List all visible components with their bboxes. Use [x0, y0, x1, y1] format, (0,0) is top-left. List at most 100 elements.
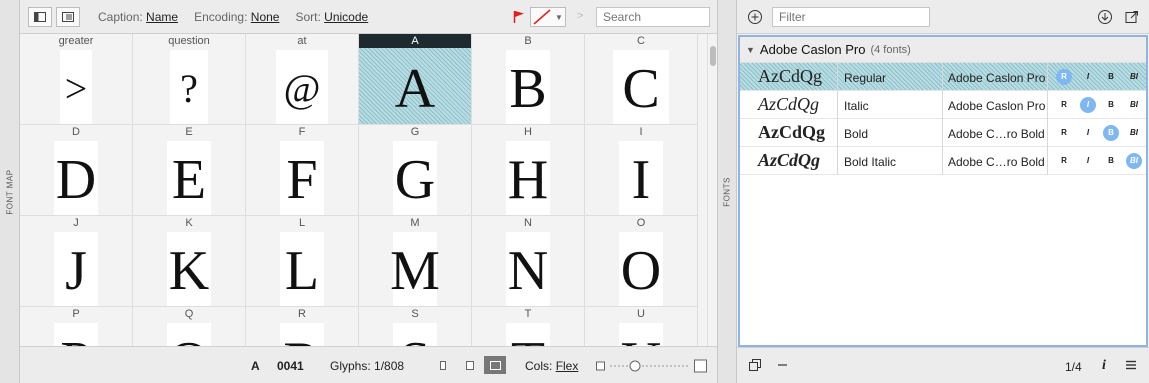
font-sample: AzCdQg [758, 122, 825, 142]
info-icon[interactable]: i [1102, 358, 1106, 374]
glyph-cell[interactable]: II [585, 125, 698, 216]
glyph: L [284, 240, 320, 302]
glyph-cell[interactable]: OO [585, 216, 698, 307]
glyph-cell[interactable]: JJ [20, 216, 133, 307]
inspector-toggle-button[interactable] [56, 6, 80, 27]
style-link-r-button[interactable]: R [1056, 69, 1072, 85]
glyph-caption: M [410, 217, 420, 229]
glyph-caption: B [524, 35, 532, 47]
remove-icon[interactable] [775, 357, 791, 373]
glyph-cell[interactable]: AA [359, 34, 472, 125]
glyph-cell[interactable]: LL [246, 216, 359, 307]
fonts-strip[interactable]: FONTS [717, 0, 737, 383]
disclosure-triangle-icon[interactable]: ▼ [746, 45, 755, 55]
font-row[interactable]: AzCdQg Regular Adobe Caslon Pro R I B BI [740, 63, 1146, 91]
scrollbar-thumb[interactable] [710, 46, 716, 66]
caption-menu[interactable]: Caption: Name [98, 10, 178, 24]
font-row[interactable]: AzCdQg Bold Italic Adobe C…ro Bold R I B BI [740, 147, 1146, 175]
search-input[interactable] [596, 7, 710, 27]
glyph-cell[interactable]: GG [359, 125, 472, 216]
glyph-cell[interactable]: BB [472, 34, 585, 125]
page-indicator: 1/4 [1065, 360, 1082, 374]
glyph-cell[interactable]: RR [246, 307, 359, 346]
style-link-bi-button[interactable]: BI [1126, 125, 1142, 141]
column-divider [1047, 91, 1048, 119]
sort-menu[interactable]: Sort: Unicode [295, 10, 368, 24]
view-large-button[interactable] [484, 356, 506, 374]
add-icon[interactable] [747, 9, 763, 25]
style-link-i-button[interactable]: I [1080, 97, 1096, 113]
glyph-cell[interactable]: SS [359, 307, 472, 346]
style-link-i-button[interactable]: I [1080, 153, 1096, 169]
font-map-strip[interactable]: FONT MAP [0, 0, 20, 383]
glyph: > [64, 66, 88, 111]
style-link-r-button[interactable]: R [1056, 97, 1072, 113]
vertical-scrollbar[interactable] [707, 34, 717, 346]
font-sample: AzCdQg [758, 150, 821, 170]
font-full-name: Adobe C…ro Bold [948, 127, 1045, 141]
sidebar-toggle-button[interactable] [28, 6, 52, 27]
style-link-b-button[interactable]: B [1103, 69, 1119, 85]
menu-icon[interactable] [1123, 357, 1139, 373]
caption-label: Caption: [98, 9, 143, 24]
glyph-cell[interactable]: DD [20, 125, 133, 216]
glyph-cell[interactable]: KK [133, 216, 246, 307]
glyph: K [168, 240, 210, 302]
glyph-grid: greater > question? at @ A A B B C C D D E E F F G G H H I I J J… [20, 34, 707, 346]
view-medium-button[interactable] [459, 356, 481, 374]
caption-value: Name [146, 9, 179, 24]
glyph-cell[interactable]: at @ [246, 34, 359, 125]
glyph-caption: J [73, 217, 79, 229]
style-link-r-button[interactable]: R [1056, 125, 1072, 141]
font-family-header[interactable]: ▼ Adobe Caslon Pro (4 fonts) [740, 37, 1146, 63]
filter-input[interactable] [772, 7, 930, 27]
cols-label: Cols: [525, 359, 553, 373]
duplicate-icon[interactable] [747, 357, 763, 373]
style-link-b-button[interactable]: B [1103, 97, 1119, 113]
glyph-cell[interactable]: question? [133, 34, 246, 125]
fonts-toolbar [737, 0, 1149, 34]
glyph-caption: C [637, 35, 645, 47]
flag-icon[interactable] [513, 10, 525, 24]
encoding-menu[interactable]: Encoding: None [194, 10, 279, 24]
font-row[interactable]: AzCdQg Italic Adobe Caslon Pro R I B BI [740, 91, 1146, 119]
style-link-i-button[interactable]: I [1080, 125, 1096, 141]
style-link-b-button[interactable]: B [1103, 125, 1119, 141]
external-link-icon[interactable] [1124, 9, 1140, 25]
glyph: P [20, 323, 132, 346]
style-link-r-button[interactable]: R [1056, 153, 1072, 169]
color-picker[interactable]: ▼ [530, 7, 566, 27]
glyph-cell[interactable]: TT [472, 307, 585, 346]
view-small-button[interactable] [432, 356, 454, 374]
column-divider [837, 119, 838, 147]
style-link-bi-button[interactable]: BI [1126, 69, 1142, 85]
glyph-cell[interactable]: FF [246, 125, 359, 216]
slider-knob[interactable] [629, 360, 641, 372]
glyph-cell[interactable]: UU [585, 307, 698, 346]
glyph-cell[interactable]: greater > [20, 34, 133, 125]
glyph-caption: question [168, 35, 210, 47]
download-icon[interactable] [1097, 9, 1113, 25]
glyph-caption: F [298, 126, 306, 138]
glyph-cell[interactable]: PP [20, 307, 133, 346]
style-link-i-button[interactable]: I [1080, 69, 1096, 85]
glyph-cell[interactable]: MM [359, 216, 472, 307]
glyph-cell[interactable]: QQ [133, 307, 246, 346]
size-slider[interactable] [596, 359, 710, 373]
style-link-bi-button[interactable]: BI [1126, 97, 1142, 113]
style-link-b-button[interactable]: B [1103, 153, 1119, 169]
glyph-count: Glyphs: 1/808 [330, 359, 405, 373]
glyph-cell[interactable]: NN [472, 216, 585, 307]
style-link-bi-button[interactable]: BI [1126, 153, 1142, 169]
glyph: T [472, 323, 584, 346]
font-row[interactable]: AzCdQg Bold Adobe C…ro Bold R I B BI [740, 119, 1146, 147]
font-sample: AzCdQg [758, 94, 820, 114]
family-count: (4 fonts) [870, 43, 911, 56]
glyph-cell[interactable]: CC [585, 34, 698, 125]
cols-menu[interactable]: Cols: Flex [525, 359, 578, 373]
glyph-row: PPQQRRSSTTUU [20, 307, 700, 346]
fonts-label: FONTS [722, 176, 732, 207]
glyph-cell[interactable]: HH [472, 125, 585, 216]
column-divider [837, 63, 838, 91]
glyph-cell[interactable]: EE [133, 125, 246, 216]
